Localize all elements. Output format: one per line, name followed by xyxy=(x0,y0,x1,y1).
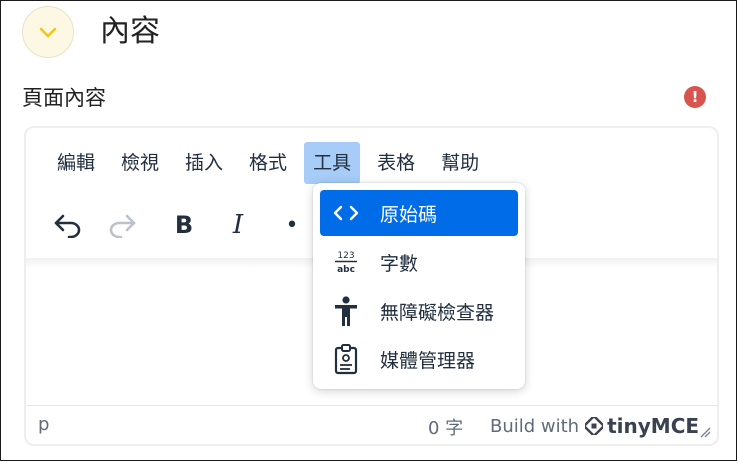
tinymce-logo: tinyMCE xyxy=(585,414,699,438)
media-manager-icon xyxy=(324,343,368,375)
svg-text:123: 123 xyxy=(337,251,354,261)
resize-handle-icon[interactable] xyxy=(699,426,711,438)
brand-name: tinyMCE xyxy=(607,414,700,438)
undo-button[interactable] xyxy=(46,203,90,247)
editor-statusbar: p 0 字 Build with tinyMCE xyxy=(26,405,717,444)
branding-link[interactable]: Build with tinyMCE xyxy=(490,414,699,438)
source-code-icon xyxy=(324,204,368,222)
tinymce-logo-icon xyxy=(585,417,604,435)
section-title: 內容 xyxy=(100,14,160,49)
error-icon: ! xyxy=(684,86,706,108)
menu-item-word-count[interactable]: 123 abc 字數 xyxy=(320,239,518,285)
chevron-down-icon xyxy=(39,27,57,38)
bold-button[interactable]: B xyxy=(162,203,206,247)
menu-item-label: 字數 xyxy=(380,252,419,275)
collapse-button[interactable] xyxy=(22,6,74,58)
menu-table[interactable]: 表格 xyxy=(368,142,424,184)
word-count-icon: 123 abc xyxy=(324,247,368,277)
more-button[interactable]: • xyxy=(270,203,314,247)
editor-menubar: 編輯 檢視 插入 格式 工具 表格 幫助 xyxy=(48,142,488,184)
menu-item-media-manager[interactable]: 媒體管理器 xyxy=(320,336,518,382)
menu-insert[interactable]: 插入 xyxy=(176,142,232,184)
italic-button[interactable]: I xyxy=(216,203,260,247)
menu-view[interactable]: 檢視 xyxy=(112,142,168,184)
bold-icon: B xyxy=(174,211,194,239)
field-label: 頁面內容 xyxy=(22,86,106,110)
accessibility-icon xyxy=(324,295,368,327)
editor-toolbar: B I • xyxy=(46,200,324,250)
element-path[interactable]: p xyxy=(38,414,49,435)
menu-edit[interactable]: 編輯 xyxy=(48,142,104,184)
italic-icon: I xyxy=(232,210,244,240)
menu-item-label: 原始碼 xyxy=(380,203,438,226)
menu-help[interactable]: 幫助 xyxy=(432,142,488,184)
more-icon: • xyxy=(285,212,299,238)
svg-text:abc: abc xyxy=(337,265,355,275)
menu-item-label: 媒體管理器 xyxy=(380,349,476,372)
menu-item-label: 無障礙檢查器 xyxy=(380,301,495,324)
menu-item-source-code[interactable]: 原始碼 xyxy=(320,190,518,236)
word-count[interactable]: 0 字 xyxy=(428,414,463,440)
undo-icon xyxy=(54,214,81,238)
menu-tools[interactable]: 工具 xyxy=(304,142,361,184)
redo-button[interactable] xyxy=(100,203,144,247)
menu-item-accessibility-checker[interactable]: 無障礙檢查器 xyxy=(320,288,518,334)
tools-dropdown-menu: 原始碼 123 abc 字數 無障礙檢查器 媒體管理器 xyxy=(313,183,525,389)
redo-icon xyxy=(109,214,136,238)
menu-format[interactable]: 格式 xyxy=(240,142,296,184)
branding-text: Build with xyxy=(490,415,580,437)
